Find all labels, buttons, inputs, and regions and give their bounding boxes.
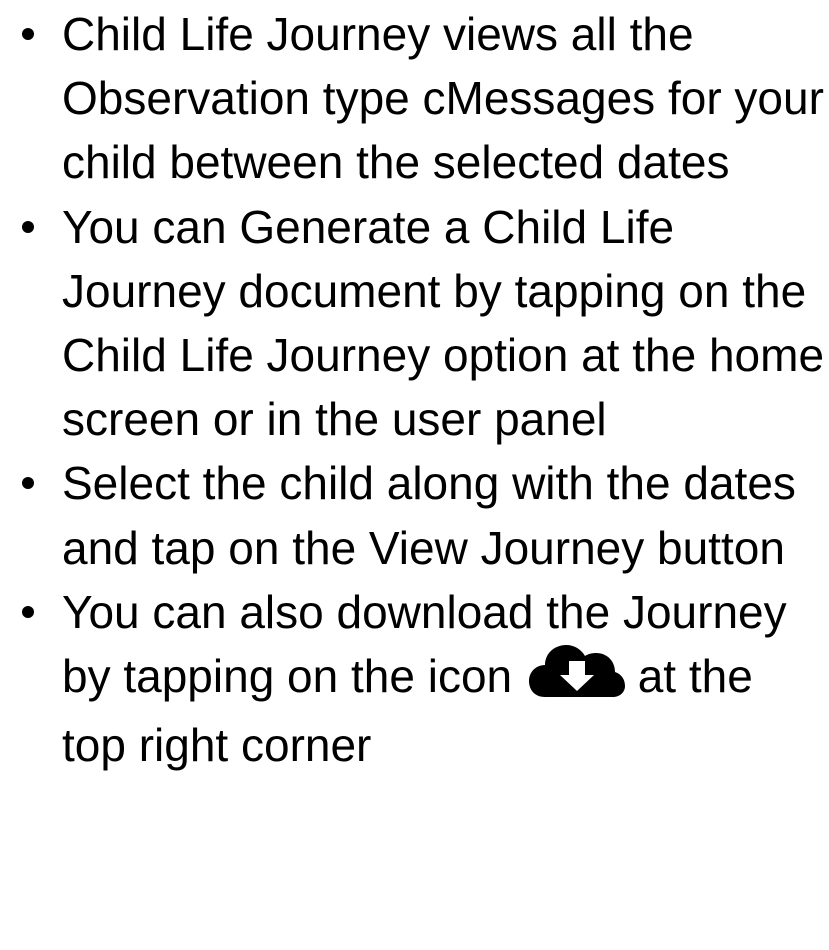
list-item-text: You can Generate a Child Life Journey do… bbox=[62, 200, 825, 446]
list-item: Child Life Journey views all the Observa… bbox=[0, 2, 829, 195]
list-item-text: Child Life Journey views all the Observa… bbox=[62, 8, 824, 189]
bullet-dot bbox=[22, 605, 34, 618]
cloud-download-icon bbox=[528, 639, 625, 705]
bullet-dot bbox=[22, 220, 34, 233]
bullet-dot bbox=[22, 28, 34, 40]
list-item: You can Generate a Child Life Journey do… bbox=[0, 195, 829, 452]
bullet-dot bbox=[22, 477, 34, 490]
list-item-text: Select the child along with the dates an… bbox=[62, 457, 796, 574]
bullet-list: Child Life Journey views all the Observa… bbox=[0, 2, 829, 777]
list-item: Select the child along with the dates an… bbox=[0, 451, 829, 579]
list-item: You can also download the Journey by tap… bbox=[0, 580, 829, 777]
